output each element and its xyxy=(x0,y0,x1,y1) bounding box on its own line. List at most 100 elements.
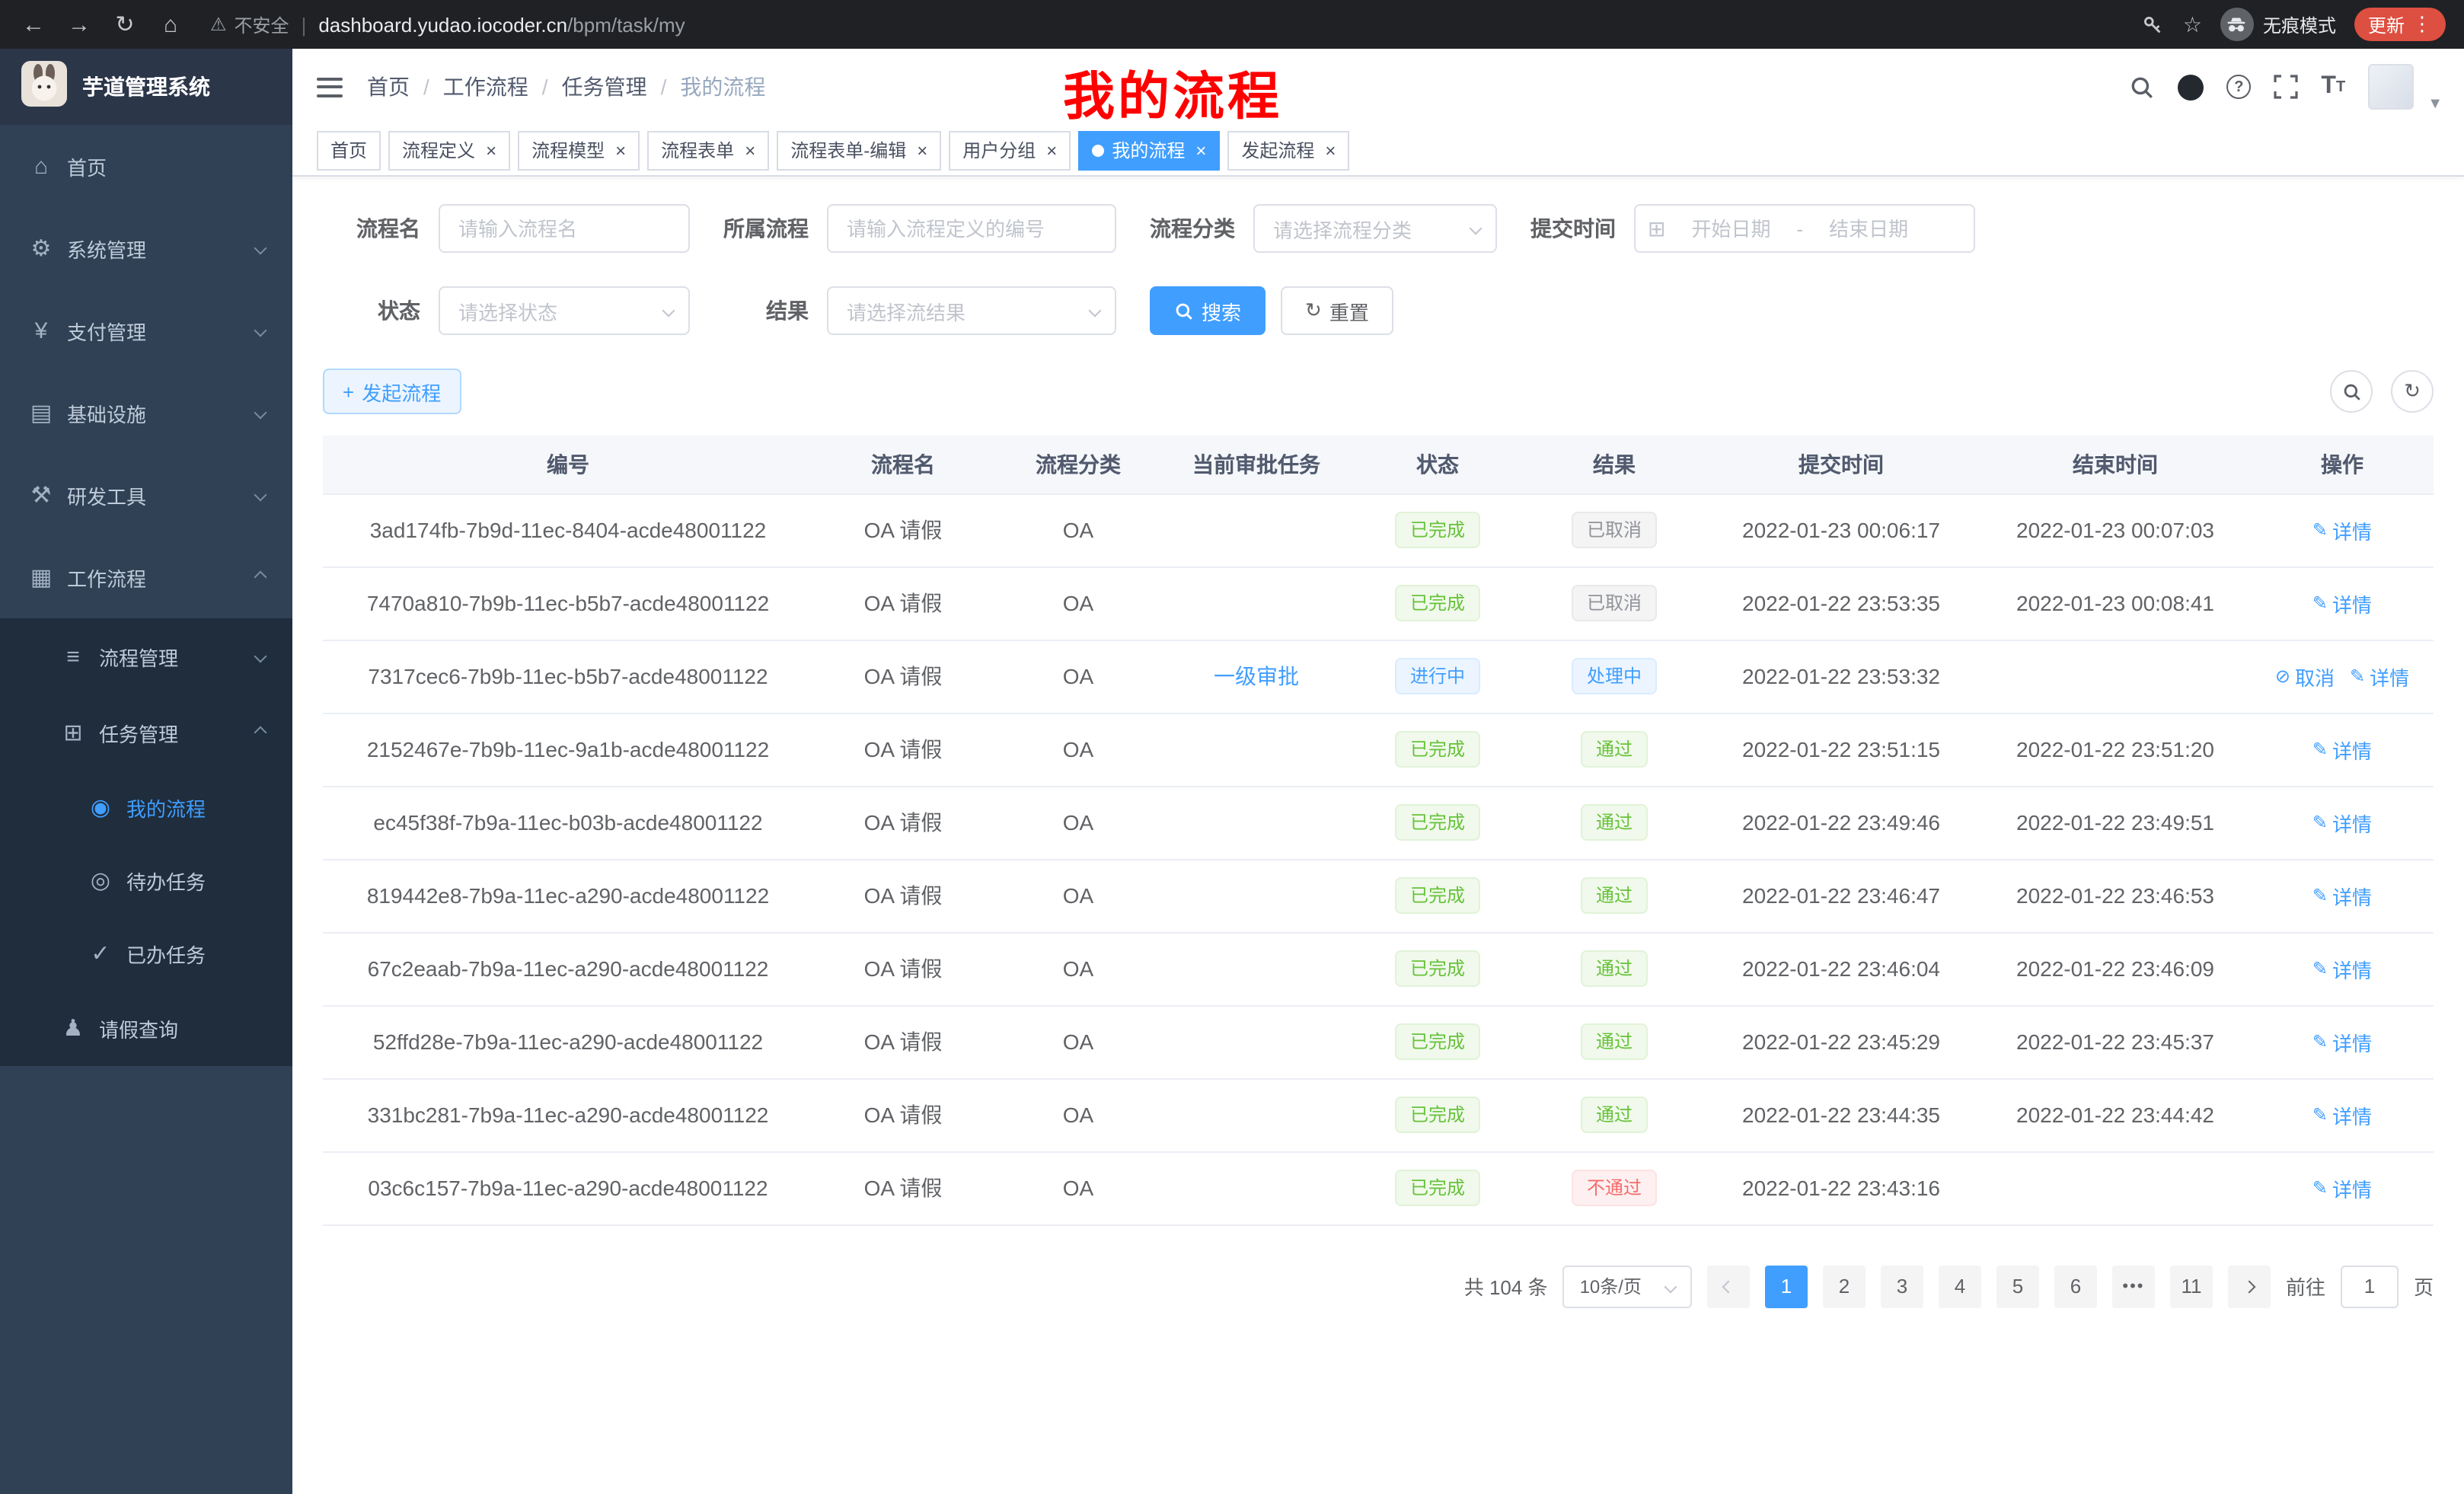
menu-kebab-icon[interactable]: ⋮ xyxy=(2412,12,2432,37)
tab-1[interactable]: 流程定义 × xyxy=(388,130,510,170)
fullscreen-icon[interactable] xyxy=(2274,75,2298,99)
breadcrumb-item-1[interactable]: 工作流程 xyxy=(443,72,528,102)
cell-id: 3ad174fb-7b9d-11ec-8404-acde48001122 xyxy=(323,493,813,567)
browser-home-icon[interactable]: ⌂ xyxy=(155,11,186,37)
detail-action[interactable]: ✎详情 xyxy=(2312,589,2372,618)
breadcrumb-item-0[interactable]: 首页 xyxy=(367,72,410,102)
sidebar-item-9[interactable]: ◎ 待办任务 xyxy=(0,844,292,917)
page-size-select[interactable]: 10条/页 xyxy=(1563,1265,1692,1307)
result-select[interactable]: 请选择流结果 xyxy=(827,286,1116,335)
cancel-action[interactable]: ⊘取消 xyxy=(2275,662,2335,691)
page-button-4[interactable]: 5 xyxy=(1996,1265,2039,1307)
sidebar-item-8[interactable]: ◉ 我的流程 xyxy=(0,771,292,844)
end-date-input[interactable] xyxy=(1811,217,1926,240)
category-select[interactable]: 请选择流程分类 xyxy=(1253,204,1497,253)
incognito-label: 无痕模式 xyxy=(2263,11,2336,37)
bookmark-star-icon[interactable]: ☆ xyxy=(2183,11,2202,37)
detail-action[interactable]: ✎详情 xyxy=(2350,662,2409,691)
detail-action[interactable]: ✎详情 xyxy=(2312,808,2372,837)
address-bar[interactable]: ⚠ 不安全 | dashboard.yudao.iocoder.cn/bpm/t… xyxy=(210,11,2127,37)
prev-page-button[interactable] xyxy=(1707,1265,1750,1307)
close-icon[interactable]: × xyxy=(1195,139,1206,161)
breadcrumb-item-2[interactable]: 任务管理 xyxy=(562,72,647,102)
workflow-icon: ▦ xyxy=(29,563,53,591)
page-button-3[interactable]: 4 xyxy=(1939,1265,1981,1307)
result-label: 结果 xyxy=(723,295,809,326)
page-button-5[interactable]: 6 xyxy=(2054,1265,2097,1307)
help-icon[interactable]: ? xyxy=(2226,75,2251,99)
close-icon[interactable]: × xyxy=(1325,139,1336,161)
browser-toolbar: ← → ↻ ⌂ ⚠ 不安全 | dashboard.yudao.iocoder.… xyxy=(0,0,2464,49)
submit-time-range[interactable]: ⊞ - xyxy=(1634,204,1975,253)
search-button[interactable]: 搜索 xyxy=(1150,286,1266,335)
sidebar-item-10[interactable]: ✓ 已办任务 xyxy=(0,917,292,990)
detail-action[interactable]: ✎详情 xyxy=(2312,1100,2372,1129)
key-icon[interactable] xyxy=(2142,13,2165,36)
tab-6[interactable]: 我的流程 × xyxy=(1078,130,1220,170)
github-icon[interactable] xyxy=(2178,74,2204,100)
search-icon[interactable] xyxy=(2129,74,2155,100)
status-select[interactable]: 请选择状态 xyxy=(439,286,690,335)
sidebar-item-5[interactable]: ▦ 工作流程 xyxy=(0,536,292,618)
detail-action[interactable]: ✎详情 xyxy=(2312,1173,2372,1202)
close-icon[interactable]: × xyxy=(745,139,755,161)
tab-5[interactable]: 用户分组 × xyxy=(949,130,1071,170)
page-button-1[interactable]: 2 xyxy=(1823,1265,1866,1307)
task-link[interactable]: 一级审批 xyxy=(1214,664,1299,688)
create-process-button[interactable]: + 发起流程 xyxy=(323,369,461,414)
start-date-input[interactable] xyxy=(1673,217,1789,240)
cell-end-time: 2022-01-22 23:51:20 xyxy=(1980,713,2251,786)
reset-button[interactable]: ↻ 重置 xyxy=(1281,286,1393,335)
sidebar-toggle[interactable] xyxy=(317,77,343,97)
sidebar-item-2[interactable]: ¥ 支付管理 xyxy=(0,289,292,372)
avatar[interactable] xyxy=(2368,64,2414,110)
refresh-table-icon[interactable]: ↻ xyxy=(2391,370,2434,413)
back-icon[interactable]: ← xyxy=(18,11,49,37)
sidebar-item-3[interactable]: ▤ 基础设施 xyxy=(0,372,292,454)
forward-icon[interactable]: → xyxy=(64,11,94,37)
cell-category: OA xyxy=(993,932,1163,1005)
avatar-caret-icon[interactable]: ▼ xyxy=(2427,95,2443,112)
tab-3[interactable]: 流程表单 × xyxy=(647,130,769,170)
process-def-input[interactable] xyxy=(827,204,1116,253)
goto-page-input[interactable] xyxy=(2341,1265,2399,1307)
show-search-icon[interactable] xyxy=(2330,370,2373,413)
tab-7[interactable]: 发起流程 × xyxy=(1227,130,1349,170)
detail-action[interactable]: ✎详情 xyxy=(2312,1027,2372,1056)
detail-action[interactable]: ✎详情 xyxy=(2312,881,2372,910)
process-name-input[interactable] xyxy=(439,204,690,253)
cell-name: OA 请假 xyxy=(813,786,993,859)
process-mgmt-icon: ≡ xyxy=(61,643,85,669)
close-icon[interactable]: × xyxy=(486,139,496,161)
update-button[interactable]: 更新 ⋮ xyxy=(2354,8,2446,41)
url-text: dashboard.yudao.iocoder.cn/bpm/task/my xyxy=(318,13,685,36)
page-button-7[interactable]: 11 xyxy=(2170,1265,2213,1307)
tab-0[interactable]: 首页 xyxy=(317,130,381,170)
page-button-2[interactable]: 3 xyxy=(1881,1265,1923,1307)
close-icon[interactable]: × xyxy=(917,139,927,161)
tab-4[interactable]: 流程表单-编辑 × xyxy=(777,130,941,170)
app-logo[interactable]: 芋道管理系统 xyxy=(0,49,292,125)
page-button-6[interactable]: ••• xyxy=(2112,1265,2155,1307)
todo-task-icon: ◎ xyxy=(88,867,113,894)
close-icon[interactable]: × xyxy=(615,139,626,161)
tab-2[interactable]: 流程模型 × xyxy=(518,130,640,170)
sidebar-item-6[interactable]: ≡ 流程管理 xyxy=(0,618,292,694)
security-warning[interactable]: ⚠ 不安全 xyxy=(210,11,289,37)
sidebar-item-4[interactable]: ⚒ 研发工具 xyxy=(0,454,292,536)
sidebar-item-11[interactable]: ♟ 请假查询 xyxy=(0,990,292,1066)
detail-action[interactable]: ✎详情 xyxy=(2312,735,2372,764)
sidebar-item-0[interactable]: ⌂ 首页 xyxy=(0,125,292,207)
close-icon[interactable]: × xyxy=(1046,139,1057,161)
detail-action[interactable]: ✎详情 xyxy=(2312,516,2372,544)
status-tag: 已完成 xyxy=(1395,1170,1480,1206)
reload-icon[interactable]: ↻ xyxy=(110,11,140,38)
sidebar-item-1[interactable]: ⚙ 系统管理 xyxy=(0,207,292,289)
system-icon: ⚙ xyxy=(29,235,53,262)
sidebar-item-7[interactable]: ⊞ 任务管理 xyxy=(0,694,292,771)
column-header-7: 结束时间 xyxy=(1980,436,2251,493)
next-page-button[interactable] xyxy=(2228,1265,2271,1307)
font-size-icon[interactable]: TT xyxy=(2321,73,2345,101)
page-button-0[interactable]: 1 xyxy=(1765,1265,1808,1307)
detail-action[interactable]: ✎详情 xyxy=(2312,954,2372,983)
